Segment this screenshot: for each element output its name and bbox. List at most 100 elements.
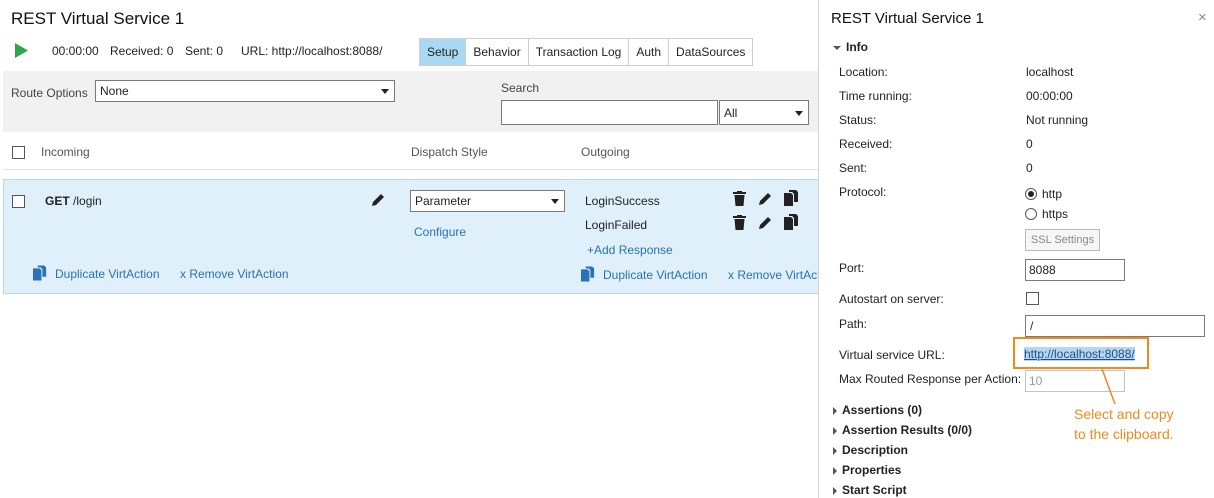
action-path: /login xyxy=(73,194,102,208)
edit-icon[interactable] xyxy=(758,215,773,230)
copy-icon[interactable] xyxy=(784,214,800,230)
section-label: Assertions (0) xyxy=(842,403,923,417)
status-label: Status: xyxy=(839,113,877,127)
assertion-results-section[interactable]: Assertion Results (0/0) xyxy=(833,423,972,437)
description-section[interactable]: Description xyxy=(833,443,908,457)
add-response-link[interactable]: +Add Response xyxy=(587,243,673,257)
route-options-label: Route Options xyxy=(11,86,88,100)
autostart-checkbox[interactable] xyxy=(1026,292,1039,305)
expand-icon xyxy=(833,486,837,495)
info-section-label: Info xyxy=(846,40,868,54)
tab-behavior[interactable]: Behavior xyxy=(466,39,529,65)
header-divider xyxy=(3,169,818,170)
tab-datasources[interactable]: DataSources xyxy=(669,39,753,65)
max-routed-response-label: Max Routed Response per Action: xyxy=(839,372,1022,386)
tab-auth[interactable]: Auth xyxy=(629,39,670,65)
dispatch-style-value: Parameter xyxy=(415,194,472,208)
section-label: Start Script xyxy=(842,483,907,497)
received-value: 0 xyxy=(1026,137,1033,151)
section-label: Properties xyxy=(842,463,902,477)
expand-icon xyxy=(833,466,837,475)
duplicate-icon[interactable] xyxy=(581,266,596,282)
location-label: Location: xyxy=(839,65,888,79)
row-checkbox[interactable] xyxy=(12,195,25,208)
autostart-label: Autostart on server: xyxy=(839,292,944,306)
response-item[interactable]: LoginSuccess xyxy=(585,194,660,208)
duplicate-virtaction-link[interactable]: Duplicate VirtAction xyxy=(55,267,160,281)
panel-title: REST Virtual Service 1 xyxy=(831,10,984,27)
protocol-http-radio[interactable] xyxy=(1025,188,1037,200)
configure-link[interactable]: Configure xyxy=(414,225,466,239)
select-all-checkbox[interactable] xyxy=(12,146,25,159)
section-label: Description xyxy=(842,443,909,457)
delete-icon[interactable] xyxy=(733,191,746,206)
route-options-value: None xyxy=(100,84,129,98)
virtual-service-url-value[interactable]: http://localhost:8088/ xyxy=(1024,347,1135,361)
virtual-service-url-label: Virtual service URL: xyxy=(839,348,945,362)
callout-line-1: Select and copy xyxy=(1074,406,1174,422)
collapse-icon xyxy=(833,45,841,50)
tab-bar: Setup Behavior Transaction Log Auth Data… xyxy=(419,38,754,66)
remove-virtaction-link[interactable]: x Remove VirtAction xyxy=(180,267,289,281)
column-outgoing: Outgoing xyxy=(581,145,630,159)
tab-transaction-log[interactable]: Transaction Log xyxy=(528,39,630,65)
action-name[interactable]: GET /login xyxy=(45,194,102,208)
properties-panel: REST Virtual Service 1 × Info Location: … xyxy=(818,0,1214,498)
callout-arrow xyxy=(1101,368,1116,405)
service-url: URL: http://localhost:8088/ xyxy=(241,44,383,58)
chevron-down-icon xyxy=(795,111,803,116)
search-scope-value: All xyxy=(724,106,738,120)
sent-label: Sent: xyxy=(839,161,868,175)
port-input[interactable]: 8088 xyxy=(1025,259,1125,281)
protocol-https-label: https xyxy=(1042,207,1069,221)
sent-value: 0 xyxy=(1026,161,1033,175)
protocol-label: Protocol: xyxy=(839,185,887,199)
status-value: Not running xyxy=(1026,113,1089,127)
callout-line-2: to the clipboard. xyxy=(1074,426,1174,442)
edit-icon[interactable] xyxy=(371,192,386,207)
ssl-settings-button[interactable]: SSL Settings xyxy=(1025,229,1100,251)
start-script-section[interactable]: Start Script xyxy=(833,483,907,497)
search-label: Search xyxy=(501,81,540,95)
search-scope-select[interactable]: All xyxy=(719,100,809,125)
path-input[interactable]: / xyxy=(1025,315,1205,337)
remove-virtaction-link[interactable]: x Remove VirtAction xyxy=(728,268,818,282)
close-icon[interactable]: × xyxy=(1198,9,1207,26)
tab-setup[interactable]: Setup xyxy=(420,39,467,65)
page-title: REST Virtual Service 1 xyxy=(11,9,185,28)
info-section-header[interactable]: Info xyxy=(833,40,868,54)
copy-icon[interactable] xyxy=(784,190,800,206)
timer-readout: 00:00:00 xyxy=(52,44,99,58)
chevron-down-icon xyxy=(551,199,559,204)
time-running-label: Time running: xyxy=(839,89,912,103)
protocol-https-radio[interactable] xyxy=(1025,208,1037,220)
received-count: Received: 0 xyxy=(110,44,174,58)
route-options-select[interactable]: None xyxy=(95,80,395,102)
section-label: Assertion Results (0/0) xyxy=(842,423,973,437)
assertions-section[interactable]: Assertions (0) xyxy=(833,403,922,417)
edit-icon[interactable] xyxy=(758,191,773,206)
expand-icon xyxy=(833,446,837,455)
properties-section[interactable]: Properties xyxy=(833,463,901,477)
time-running-value: 00:00:00 xyxy=(1026,89,1073,103)
dispatch-style-select[interactable]: Parameter xyxy=(410,190,565,212)
port-label: Port: xyxy=(839,261,865,275)
protocol-http-label: http xyxy=(1042,187,1063,201)
play-icon[interactable] xyxy=(15,43,28,58)
location-value: localhost xyxy=(1026,65,1074,79)
column-incoming: Incoming xyxy=(41,145,90,159)
sent-count: Sent: 0 xyxy=(185,44,224,58)
expand-icon xyxy=(833,406,837,415)
column-dispatch-style: Dispatch Style xyxy=(411,145,488,159)
chevron-down-icon xyxy=(381,89,389,94)
response-item[interactable]: LoginFailed xyxy=(585,218,647,232)
duplicate-virtaction-link[interactable]: Duplicate VirtAction xyxy=(603,268,708,282)
search-input[interactable] xyxy=(501,100,718,125)
received-label: Received: xyxy=(839,137,893,151)
expand-icon xyxy=(833,426,837,435)
duplicate-icon[interactable] xyxy=(33,265,48,281)
virtual-service-editor: REST Virtual Service 1 00:00:00 Received… xyxy=(0,0,818,498)
path-label: Path: xyxy=(839,317,868,331)
delete-icon[interactable] xyxy=(733,215,746,230)
http-method: GET xyxy=(45,194,70,208)
